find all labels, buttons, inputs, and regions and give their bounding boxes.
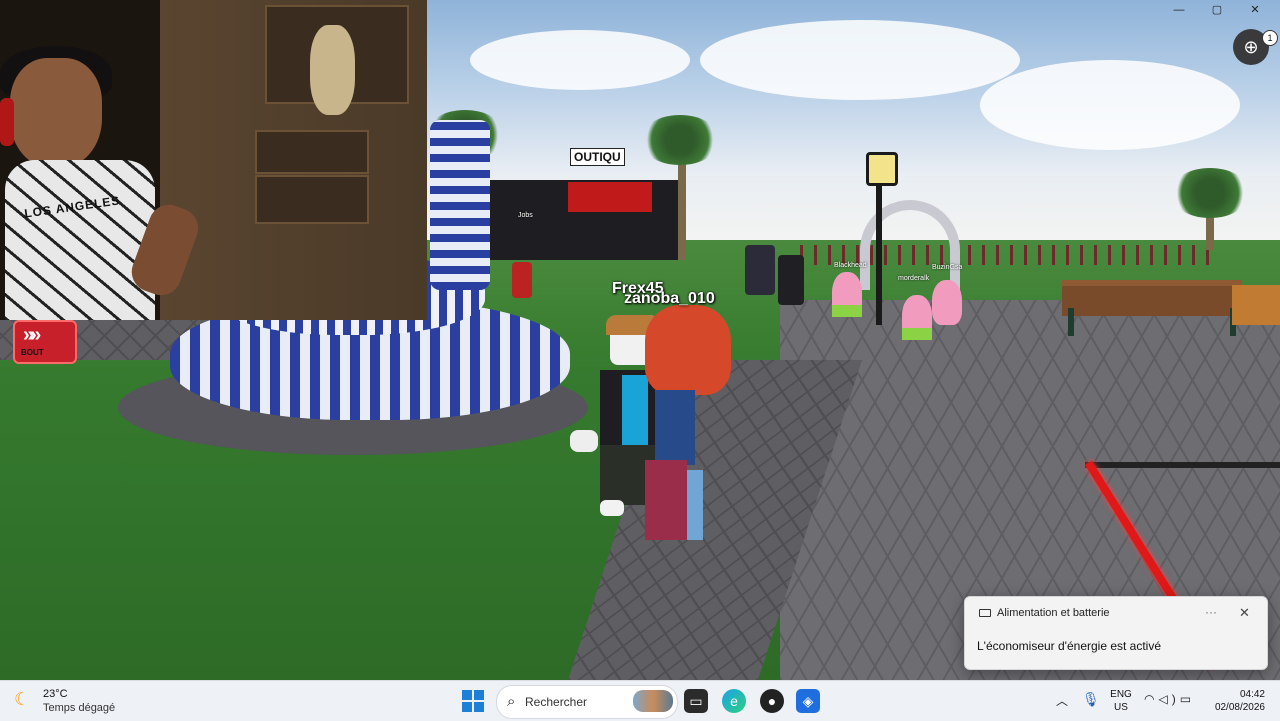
cloud — [470, 30, 690, 90]
language-code: ENG — [1110, 689, 1132, 700]
npc-avatar[interactable] — [512, 262, 532, 298]
clock-time: 04:42 — [1239, 689, 1265, 700]
cloud — [980, 60, 1240, 150]
webcam-overlay: LOS ANGELES — [0, 0, 427, 320]
npc-patrick[interactable] — [932, 280, 962, 325]
avatar-shirt — [655, 390, 695, 465]
weather-moon-icon[interactable]: ☾ — [14, 689, 36, 711]
power-notification[interactable]: Alimentation et batterie ··· ✕ L'économi… — [964, 596, 1268, 670]
npc-avatar[interactable] — [745, 245, 775, 295]
avatar-pants — [687, 470, 703, 540]
npc-shorts — [902, 328, 932, 340]
npc-name-tag: Jobs — [518, 212, 533, 219]
notification-title: Alimentation et batterie — [997, 607, 1110, 619]
app-icon[interactable]: ● — [760, 689, 784, 713]
cabinet-drawer — [255, 130, 369, 174]
planter-box — [1232, 285, 1280, 325]
curb — [1085, 462, 1280, 468]
skip-button[interactable]: »» BOUT — [13, 320, 77, 364]
taskbar: ☾ 23°C Temps dégagé ⌕ Rechercher ▭ e ● ◈… — [0, 680, 1280, 721]
cloud — [700, 20, 1020, 100]
player-avatar-zanoba[interactable] — [645, 300, 731, 545]
search-icon: ⌕ — [507, 693, 516, 710]
npc-avatar[interactable] — [778, 255, 804, 305]
minimize-button[interactable]: — — [1160, 1, 1198, 19]
player-name-tag: zanoba_010 — [624, 290, 715, 307]
doll-figure — [310, 25, 355, 115]
microphone-icon[interactable]: 🎙 — [1082, 691, 1100, 708]
keyboard-layout: US — [1114, 702, 1128, 713]
wifi-icon[interactable]: ◠ — [1144, 692, 1158, 706]
npc-shorts — [832, 305, 862, 317]
palm-tree-trunk — [678, 150, 686, 260]
chevron-up-icon[interactable]: ︿ — [1056, 692, 1068, 709]
avatar-hand — [570, 430, 598, 452]
person-face — [10, 58, 102, 168]
clock-date: 02/08/2026 — [1214, 702, 1265, 713]
clock[interactable]: 04:42 02/08/2026 — [1205, 688, 1265, 714]
palm-tree-leaves — [640, 115, 720, 165]
cabinet-drawer — [255, 175, 369, 224]
weather-temperature[interactable]: 23°C — [43, 688, 68, 700]
edge-browser-icon[interactable]: e — [722, 689, 746, 713]
close-button[interactable]: ✕ — [1236, 1, 1274, 19]
avatar-hair — [645, 305, 731, 395]
weather-description[interactable]: Temps dégagé — [43, 702, 115, 714]
park-bench — [1062, 280, 1242, 316]
shop-sign-board — [568, 182, 652, 212]
avatar-skirt — [645, 460, 687, 540]
street-lamp-light — [866, 152, 898, 186]
npc-name-tag: Blackhead — [834, 262, 867, 269]
fountain-pillar — [430, 120, 490, 290]
roblox-icon[interactable]: ◈ — [796, 689, 820, 713]
battery-icon[interactable]: ▭ — [1180, 692, 1195, 706]
shop-sign-label: OUTIQU — [570, 148, 625, 166]
windows-start-icon[interactable] — [462, 690, 484, 712]
window-controls: — ▢ ✕ — [1160, 0, 1280, 18]
skip-button-label: BOUT — [21, 348, 44, 357]
fast-forward-icon: »» — [23, 324, 41, 346]
search-highlight-image — [633, 690, 673, 712]
notification-close-button[interactable]: ✕ — [1239, 605, 1250, 621]
npc-name-tag: morderalk — [898, 275, 930, 282]
maximize-button[interactable]: ▢ — [1198, 1, 1236, 19]
more-options-button[interactable]: ··· — [1205, 605, 1217, 619]
battery-icon — [979, 609, 991, 617]
volume-icon[interactable]: ◁) — [1158, 692, 1179, 706]
taskbar-search[interactable]: ⌕ Rechercher — [496, 685, 678, 719]
system-tray-icons[interactable]: ◠◁)▭ — [1144, 692, 1195, 706]
headphone — [0, 98, 14, 146]
avatar-shoe — [600, 500, 624, 516]
search-label: Rechercher — [525, 695, 588, 709]
language-indicator[interactable]: ENG US — [1108, 688, 1134, 714]
bench-leg — [1068, 308, 1074, 336]
palm-tree-leaves — [1170, 168, 1250, 218]
notification-badge: 1 — [1262, 30, 1278, 46]
npc-name-tag: BuzinGsa — [932, 264, 963, 271]
task-view-icon[interactable]: ▭ — [684, 689, 708, 713]
person-tank-top — [5, 160, 155, 320]
notification-body: L'économiseur d'énergie est activé — [977, 639, 1162, 653]
